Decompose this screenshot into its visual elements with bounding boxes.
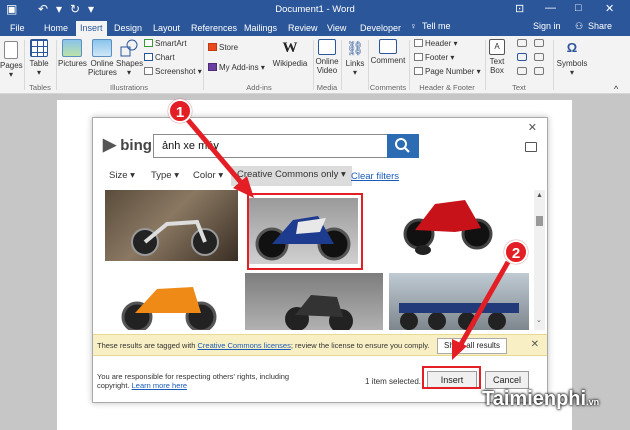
- step-badge-1: 1: [168, 99, 192, 123]
- arrow-step1: [186, 118, 246, 188]
- step-badge-2: 2: [504, 240, 528, 264]
- annotation-arrows: [186, 118, 511, 360]
- arrow-step2: [457, 260, 511, 348]
- watermark-logo: Taimienphi.vn: [482, 388, 600, 410]
